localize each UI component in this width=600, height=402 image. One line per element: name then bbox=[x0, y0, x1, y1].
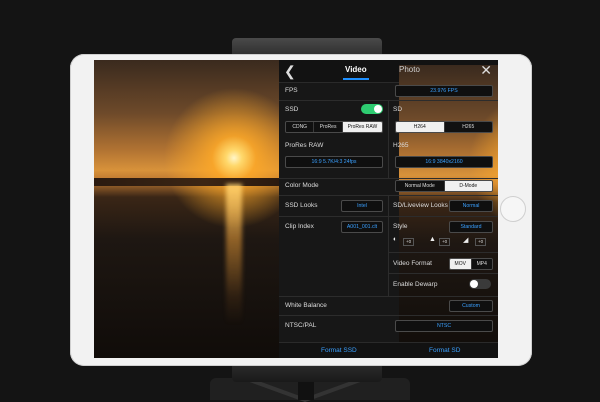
ssd-looks-label: SSD Looks bbox=[285, 202, 318, 209]
sd-codec-selector[interactable]: H264 H265 bbox=[395, 121, 493, 133]
ssd-option-prores[interactable]: ProRes bbox=[314, 122, 343, 132]
divider bbox=[279, 315, 498, 316]
clip-index-button[interactable]: A001_001.clt bbox=[341, 221, 383, 233]
ssd-option-cdng[interactable]: CDNG bbox=[286, 122, 315, 132]
contrast-icon: ◐ bbox=[393, 236, 398, 243]
tab-video[interactable]: Video bbox=[345, 65, 367, 74]
sd-liveview-looks-label: SD/Liveview Looks bbox=[393, 202, 448, 209]
back-chevron-icon[interactable]: ❮ bbox=[284, 62, 296, 80]
column-divider bbox=[388, 196, 389, 296]
color-mode-selector[interactable]: Normal Mode D-Mode bbox=[395, 180, 493, 192]
video-format-mp4[interactable]: MP4 bbox=[471, 259, 492, 269]
ssd-looks-button[interactable]: Intel bbox=[341, 200, 383, 212]
ntsc-pal-label: NTSC/PAL bbox=[285, 322, 317, 329]
enable-dewarp-label: Enable Dewarp bbox=[393, 281, 438, 288]
saturation-value[interactable]: +0 bbox=[475, 238, 487, 246]
style-label: Style bbox=[393, 223, 408, 230]
sharpness-value[interactable]: +0 bbox=[439, 238, 451, 246]
h265-resolution-button[interactable]: 16:9 3840x2160 bbox=[395, 156, 493, 168]
sd-option-h264[interactable]: H264 bbox=[396, 122, 445, 132]
sd-option-h265[interactable]: H265 bbox=[444, 122, 492, 132]
sd-label: SD bbox=[393, 106, 403, 113]
white-balance-button[interactable]: Custom bbox=[449, 300, 493, 312]
camera-liveview[interactable] bbox=[94, 60, 279, 358]
divider bbox=[279, 216, 388, 217]
tablet-home-button[interactable] bbox=[500, 196, 526, 222]
fps-label: FPS bbox=[285, 87, 298, 94]
ssd-toggle[interactable] bbox=[361, 104, 383, 114]
ssd-codec-selector[interactable]: CDNG ProRes ProRes RAW bbox=[285, 121, 383, 133]
settings-panel: ❮ Video Photo ✕ FPS 23.976 FPS SSD CDNG … bbox=[279, 60, 498, 358]
sd-liveview-looks-button[interactable]: Normal bbox=[449, 200, 493, 212]
settings-footer: Format SSD Format SD bbox=[279, 342, 498, 358]
color-mode-label: Color Mode bbox=[285, 182, 319, 189]
divider bbox=[389, 216, 498, 217]
divider bbox=[279, 178, 498, 179]
format-sd-button[interactable]: Format SD bbox=[429, 347, 460, 354]
h265-label: H265 bbox=[393, 142, 409, 149]
ssd-option-prores-raw[interactable]: ProRes RAW bbox=[342, 122, 382, 132]
tab-video-underline bbox=[343, 78, 369, 80]
horizon-land bbox=[94, 178, 279, 186]
video-format-selector[interactable]: MOV MP4 bbox=[449, 258, 493, 270]
prores-raw-label: ProRes RAW bbox=[285, 142, 324, 149]
divider bbox=[389, 252, 498, 253]
format-ssd-button[interactable]: Format SSD bbox=[321, 347, 357, 354]
enable-dewarp-toggle[interactable] bbox=[469, 279, 491, 289]
style-button[interactable]: Standard bbox=[449, 221, 493, 233]
color-mode-normal[interactable]: Normal Mode bbox=[396, 181, 445, 191]
tablet-screen: ❮ Video Photo ✕ FPS 23.976 FPS SSD CDNG … bbox=[94, 60, 498, 358]
color-mode-d[interactable]: D-Mode bbox=[444, 181, 492, 191]
divider bbox=[279, 296, 498, 297]
enable-dewarp-toggle-knob bbox=[470, 280, 478, 288]
ssd-label: SSD bbox=[285, 106, 299, 113]
sharpness-icon: ▲ bbox=[429, 236, 436, 243]
ssd-toggle-knob bbox=[374, 105, 382, 113]
ntsc-pal-button[interactable]: NTSC bbox=[395, 320, 493, 332]
prores-raw-resolution-button[interactable]: 16:9 5.7K/4:3 24fps bbox=[285, 156, 383, 168]
close-icon[interactable]: ✕ bbox=[480, 61, 492, 79]
saturation-icon: ◢ bbox=[463, 237, 469, 244]
settings-header: ❮ Video Photo ✕ bbox=[279, 60, 498, 358]
video-format-label: Video Format bbox=[393, 260, 432, 267]
sun-reflection bbox=[226, 184, 242, 324]
divider bbox=[389, 273, 498, 274]
clip-index-label: Clip Index bbox=[285, 223, 314, 230]
video-format-mov[interactable]: MOV bbox=[450, 259, 472, 269]
contrast-value[interactable]: +0 bbox=[403, 238, 415, 246]
column-divider bbox=[388, 101, 389, 179]
white-balance-label: White Balance bbox=[285, 302, 327, 309]
fps-value-button[interactable]: 23.976 FPS bbox=[395, 85, 493, 97]
